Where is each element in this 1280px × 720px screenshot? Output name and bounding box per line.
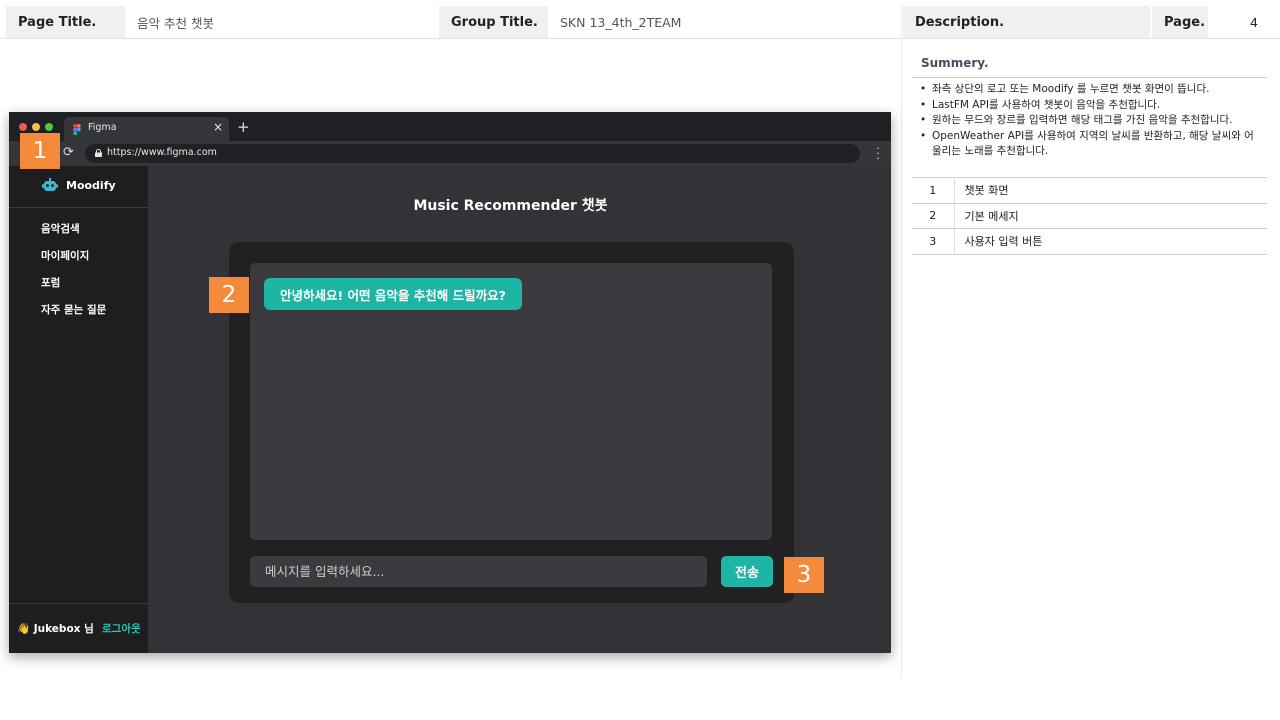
browser-tab[interactable]: Figma × <box>64 117 229 141</box>
sidebar-divider <box>9 207 148 208</box>
sidebar-item-faq[interactable]: 자주 묻는 질문 <box>41 302 106 317</box>
panel-divider <box>901 6 902 678</box>
table-row: 3 사용자 입력 버튼 <box>912 228 1267 255</box>
description-table: 1 챗봇 화면 2 기본 메세지 3 사용자 입력 버튼 <box>912 177 1267 255</box>
group-title-value: SKN 13_4th_2TEAM <box>560 14 682 30</box>
sidebar-item-music-search[interactable]: 음악검색 <box>41 221 80 236</box>
row-description: 챗봇 화면 <box>954 177 1267 204</box>
group-title-label: Group Title. <box>439 6 548 38</box>
tab-bar: Figma × + <box>9 112 891 141</box>
brand-name: Moodify <box>66 178 116 192</box>
address-bar: ⟳ https://www.figma.com · · · <box>9 141 891 166</box>
sidebar-item-my-page[interactable]: 마이페이지 <box>41 248 89 263</box>
summary-bullet: OpenWeather API를 사용하여 지역의 날씨를 반환하고, 해당 날… <box>920 129 1262 160</box>
brand-logo[interactable]: Moodify <box>42 178 116 192</box>
minimize-window-dot[interactable] <box>32 123 40 131</box>
new-tab-icon[interactable]: + <box>237 118 250 136</box>
bot-message: 안녕하세요! 어떤 음악을 추천해 드릴까요? <box>264 278 522 310</box>
tab-title: Figma <box>88 122 117 133</box>
sidebar-item-forum[interactable]: 포럼 <box>41 275 60 290</box>
description-label: Description. <box>903 6 1150 38</box>
row-description: 기본 메세지 <box>954 202 1267 229</box>
url-text: https://www.figma.com <box>107 147 217 158</box>
send-button[interactable]: 전송 <box>721 556 773 587</box>
more-menu-icon[interactable]: · · · <box>876 143 880 164</box>
sidebar: Moodify 음악검색 마이페이지 포럼 자주 묻는 질문 👋 Jukebox… <box>9 166 148 653</box>
header-divider <box>0 38 1280 39</box>
robot-icon <box>42 178 58 191</box>
summary-bullet: LastFM API를 사용하여 챗봇이 음악을 추천합니다. <box>920 98 1262 114</box>
table-row: 2 기본 메세지 <box>912 202 1267 229</box>
summary-bullet: 원하는 무드와 장르를 입력하면 해당 태그를 가진 음악을 추천합니다. <box>920 113 1262 129</box>
browser-window: Figma × + ⟳ https://www.figma.com ··· <box>9 112 891 653</box>
message-input[interactable] <box>250 556 707 587</box>
page-title-label: Page Title. <box>6 6 125 38</box>
sidebar-footer-divider <box>9 603 148 604</box>
url-field[interactable]: https://www.figma.com <box>85 144 860 163</box>
chat-messages: 안녕하세요! 어떤 음악을 추천해 드릴까요? <box>250 263 772 540</box>
page-title: Music Recommender 챗봇 <box>413 198 608 214</box>
summary-divider <box>912 77 1267 78</box>
logout-button[interactable]: 로그아웃 <box>102 621 141 636</box>
summary-list: 좌측 상단의 로고 또는 Moodify 를 누르면 챗봇 화면이 뜹니다. L… <box>920 82 1262 160</box>
row-description: 사용자 입력 버튼 <box>954 228 1267 255</box>
close-tab-icon[interactable]: × <box>213 120 223 134</box>
summary-title: Summery. <box>921 56 989 70</box>
page-title-value: 음악 추천 챗봇 <box>137 15 214 31</box>
figma-icon <box>73 124 81 135</box>
reload-icon[interactable]: ⟳ <box>63 145 74 160</box>
table-row: 1 챗봇 화면 <box>912 177 1267 204</box>
page-number: 4 <box>1250 14 1258 30</box>
annotation-marker-2: 2 <box>209 277 249 313</box>
close-window-dot[interactable] <box>19 123 27 131</box>
annotation-marker-3: 3 <box>784 557 824 593</box>
row-number: 3 <box>912 228 955 255</box>
lock-icon <box>95 149 102 157</box>
annotation-marker-1: 1 <box>20 133 60 169</box>
row-number: 1 <box>912 177 955 204</box>
maximize-window-dot[interactable] <box>45 123 53 131</box>
chat-card: 안녕하세요! 어떤 음악을 추천해 드릴까요? 전송 <box>229 242 794 603</box>
main-content: Music Recommender 챗봇 안녕하세요! 어떤 음악을 추천해 드… <box>148 166 891 653</box>
row-number: 2 <box>912 202 955 229</box>
user-greeting: 👋 Jukebox 님 <box>17 623 94 635</box>
summary-bullet: 좌측 상단의 로고 또는 Moodify 를 누르면 챗봇 화면이 뜹니다. <box>920 82 1262 98</box>
page-label: Page. <box>1152 6 1208 38</box>
